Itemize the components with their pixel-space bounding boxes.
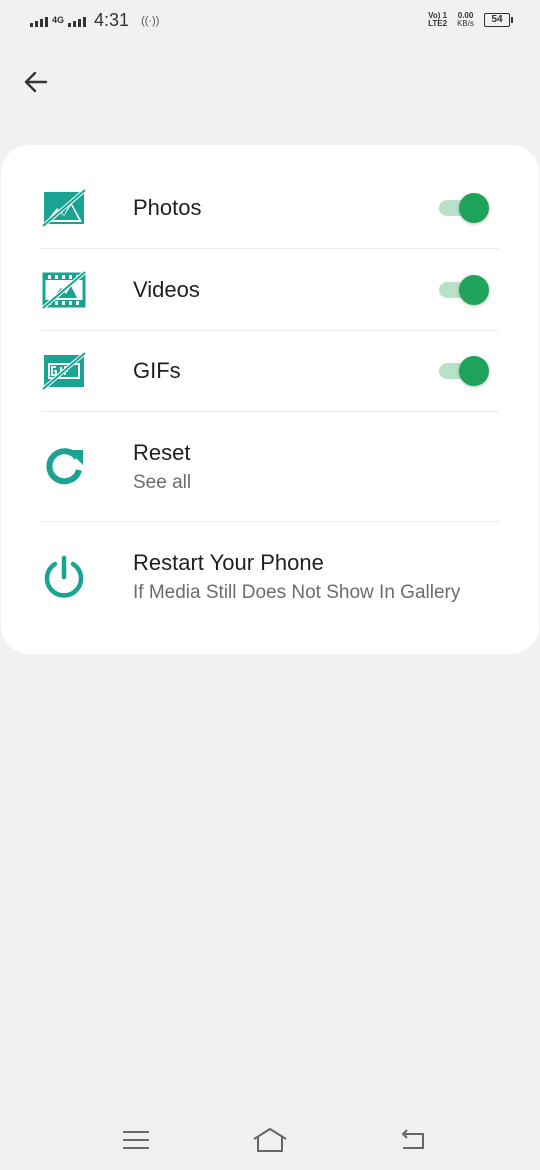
menu-button[interactable]	[116, 1120, 156, 1160]
setting-text: GIFs	[133, 358, 439, 384]
settings-card: Photos Videos GIFs Reset See all Restart…	[1, 145, 539, 654]
power-icon	[41, 554, 87, 600]
battery-level: 54	[491, 14, 503, 25]
setting-subtitle: If Media Still Does Not Show In Gallery	[133, 582, 461, 603]
battery-icon: 54	[484, 13, 513, 27]
network-type: 4G	[52, 16, 64, 25]
gifs-toggle[interactable]	[439, 356, 489, 386]
setting-title: Videos	[133, 276, 200, 302]
clock: 4:31	[94, 10, 130, 30]
setting-row-photos[interactable]: Photos	[41, 167, 499, 249]
back-nav-button[interactable]	[392, 1120, 432, 1160]
setting-text: Restart Your Phone If Media Still Does N…	[133, 550, 499, 604]
setting-title: Reset	[133, 439, 191, 465]
setting-title: Restart Your Phone	[133, 550, 324, 575]
setting-text: Videos	[133, 277, 439, 303]
speed-unit: KB/s	[457, 19, 474, 28]
videos-toggle[interactable]	[439, 274, 489, 305]
toggle-thumb	[459, 274, 489, 305]
status-right: Vo) 1 LTE2 0.00 KB/s 54	[428, 12, 513, 28]
home-button[interactable]	[250, 1120, 290, 1160]
refresh-icon	[41, 444, 87, 490]
back-nav-icon	[401, 1129, 424, 1149]
network-speed: 0.00 KB/s	[457, 12, 474, 28]
signal-icon-2	[68, 15, 87, 27]
setting-row-reset[interactable]: Reset See all	[41, 412, 499, 522]
back-button[interactable]	[18, 64, 54, 100]
setting-row-gifs[interactable]: GIFs	[41, 331, 499, 412]
photos-toggle[interactable]	[439, 192, 489, 223]
lte-label: LTE2	[428, 19, 448, 28]
hotspot-icon: ((·))	[141, 14, 160, 27]
video-off-icon	[41, 267, 87, 313]
menu-icon	[123, 1131, 149, 1149]
arrow-left-icon	[24, 71, 48, 93]
setting-title: Photos	[133, 194, 202, 220]
volte-indicator: Vo) 1 LTE2	[428, 12, 447, 28]
home-icon	[253, 1128, 287, 1152]
gif-off-icon	[41, 348, 87, 394]
setting-row-videos[interactable]: Videos	[41, 249, 499, 331]
setting-title: GIFs	[133, 358, 181, 383]
status-left: 4G 4:31 ((·))	[30, 10, 159, 31]
setting-text: Reset See all	[133, 440, 499, 494]
signal-icon	[30, 15, 48, 27]
setting-row-restart[interactable]: Restart Your Phone If Media Still Does N…	[41, 522, 499, 632]
navigation-bar	[0, 1110, 540, 1170]
toggle-thumb	[459, 192, 489, 223]
photo-off-icon	[41, 185, 87, 231]
setting-text: Photos	[133, 195, 439, 221]
status-bar: 4G 4:31 ((·)) Vo) 1 LTE2 0.00 KB/s 54	[0, 0, 540, 44]
toggle-thumb	[459, 356, 489, 386]
network-type-label: 4G	[52, 15, 65, 25]
setting-subtitle: See all	[133, 471, 192, 493]
